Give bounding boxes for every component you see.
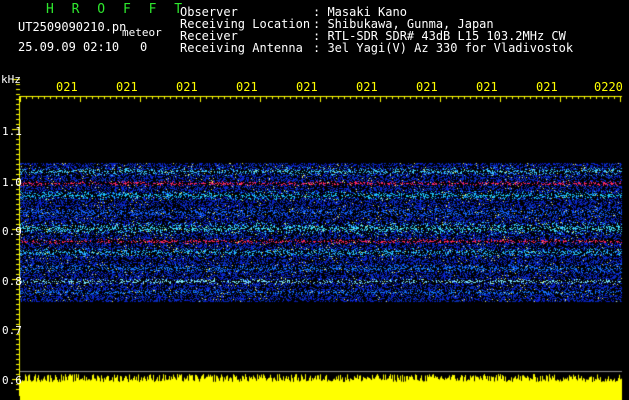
y-tick-label: 1.0: [2, 176, 22, 189]
time-tick-label: 021: [536, 80, 558, 94]
time-tick-label: 0220: [594, 80, 623, 94]
y-tick-label: 1.1: [2, 125, 22, 138]
time-tick-label: 021: [476, 80, 498, 94]
time-tick-label: 021: [176, 80, 198, 94]
datetime-label: 25.09.09 02:10: [18, 40, 120, 54]
y-tick-label: 0.8: [2, 275, 22, 288]
time-tick-label: 021: [296, 80, 318, 94]
info-label-antenna: Receiving Antenna: [180, 41, 303, 55]
time-tick-label: 021: [56, 80, 78, 94]
axis-unit-label: kHz: [1, 73, 21, 86]
y-tick-label: 0.7: [2, 324, 22, 337]
time-tick-label: 021: [116, 80, 138, 94]
y-tick-label: 0.9: [2, 225, 22, 238]
time-tick-label: 021: [416, 80, 438, 94]
hrofft-logo: H R O F F T: [46, 2, 188, 17]
mode-label: meteor: [122, 26, 162, 39]
y-tick-label: 0.6: [2, 374, 22, 387]
filename-label: UT2509090210.pn: [18, 20, 127, 34]
info-value-antenna: : 3el Yagi(V) Az 330 for Vladivostok: [313, 41, 574, 55]
time-tick-label: 021: [236, 80, 258, 94]
waterfall-spectrogram: [0, 0, 629, 400]
counter-label: 0: [140, 40, 148, 54]
time-tick-label: 021: [356, 80, 378, 94]
